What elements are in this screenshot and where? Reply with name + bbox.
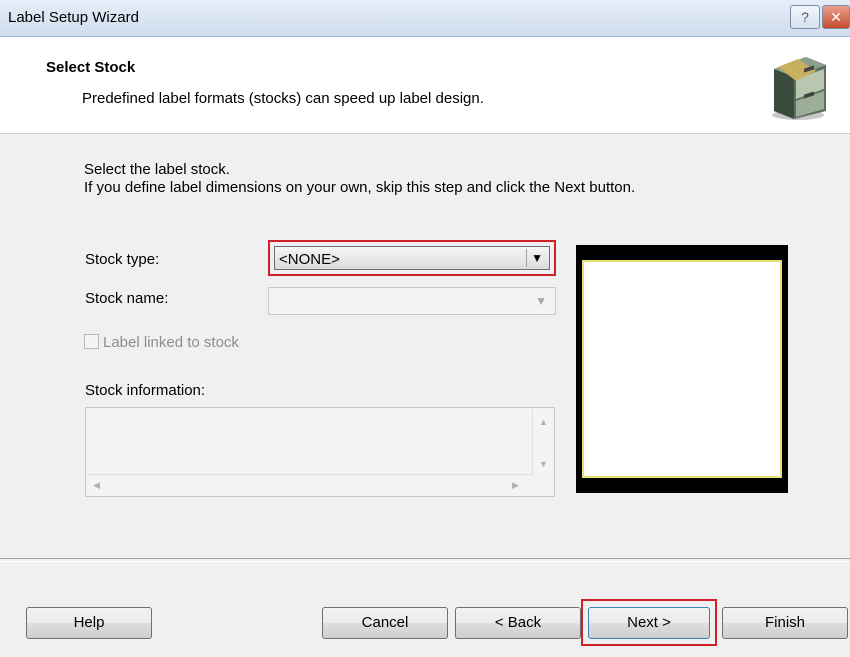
page-subtitle: Predefined label formats (stocks) can sp… [82,90,484,107]
label-preview-paper [582,260,782,478]
back-button[interactable]: < Back [455,607,581,639]
label-linked-label: Label linked to stock [103,334,239,351]
finish-button[interactable]: Finish [722,607,848,639]
intro-line-2: If you define label dimensions on your o… [84,179,636,196]
intro-line-1: Select the label stock. [84,161,230,178]
dropdown-separator [526,249,527,267]
title-bar: Label Setup Wizard ? ✕ [0,0,850,37]
stock-info-label: Stock information: [85,382,206,399]
chevron-down-icon: ▼ [531,251,543,265]
stock-type-label: Stock type: [85,251,160,268]
help-button[interactable]: Help [26,607,152,639]
stock-name-label: Stock name: [85,290,169,307]
file-cabinet-icon [772,57,826,120]
help-icon[interactable]: ? [790,5,820,29]
close-icon[interactable]: ✕ [822,5,850,29]
footer-divider [0,558,850,562]
stock-type-value: <NONE> [279,251,340,268]
intro-text: Select the label stock. If you define la… [84,161,635,197]
stock-type-dropdown[interactable]: <NONE> ▼ [274,246,550,270]
label-preview [576,245,788,493]
horizontal-scrollbar[interactable]: ◀ ▶ [87,474,533,495]
vertical-scrollbar[interactable]: ▲ ▼ [532,409,553,477]
wizard-header: Select Stock Predefined label formats (s… [0,37,850,134]
stock-type-highlight: <NONE> ▼ [268,240,556,276]
window-title: Label Setup Wizard [8,9,139,26]
scroll-right-icon[interactable]: ▶ [512,480,519,491]
next-button[interactable]: Next > [588,607,710,639]
scroll-left-icon[interactable]: ◀ [93,480,100,491]
scroll-up-icon[interactable]: ▲ [539,417,548,427]
stock-info-textarea[interactable]: ▲ ▼ ◀ ▶ [85,407,555,497]
stock-name-dropdown[interactable]: ▼ [268,287,556,315]
chevron-down-icon: ▼ [535,294,547,308]
cancel-button[interactable]: Cancel [322,607,448,639]
label-linked-checkbox-row[interactable]: Label linked to stock [84,334,239,351]
label-linked-checkbox[interactable] [84,334,99,349]
page-title: Select Stock [46,59,136,76]
scroll-down-icon[interactable]: ▼ [539,459,548,469]
